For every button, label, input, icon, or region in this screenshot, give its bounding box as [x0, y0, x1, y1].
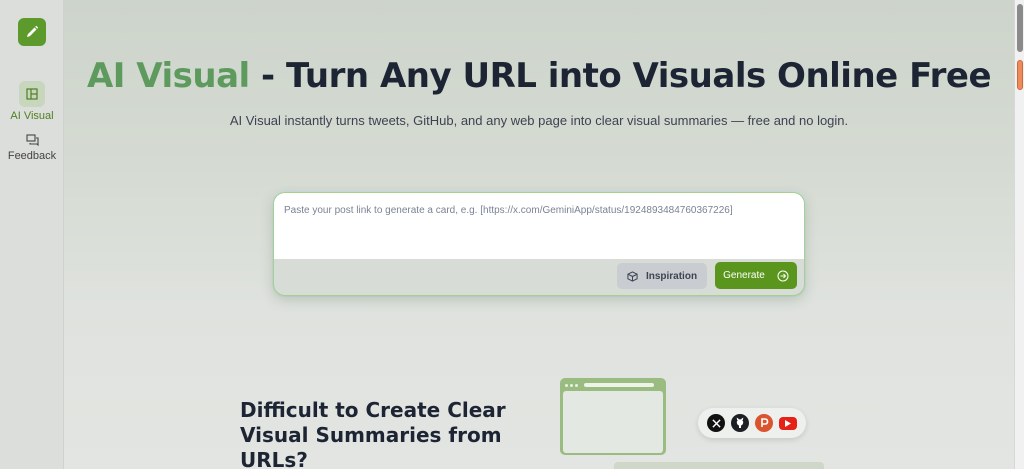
page-title-accent: AI Visual: [86, 56, 250, 96]
main-content: AI Visual - Turn Any URL into Visuals On…: [64, 0, 1014, 469]
url-input[interactable]: [274, 193, 804, 259]
inspiration-button[interactable]: Inspiration: [617, 263, 707, 289]
mockup-toolbar: [563, 381, 663, 389]
mockup-card-edge: [614, 462, 824, 469]
sidebar: AI Visual Feedback: [0, 0, 64, 469]
app-logo[interactable]: [18, 18, 46, 46]
url-input-card: Inspiration Generate: [273, 192, 805, 296]
x-icon: [707, 414, 725, 432]
pencil-icon: [27, 25, 39, 37]
sidebar-item-label: AI Visual: [10, 110, 54, 122]
layout-panel-icon: [19, 81, 45, 107]
browser-mockup-illustration: [560, 378, 666, 455]
github-icon: [731, 414, 749, 432]
feedback-chat-icon: [19, 133, 45, 147]
arrow-circle-right-icon: [777, 270, 789, 281]
generate-button[interactable]: Generate: [715, 262, 797, 289]
page-title: AI Visual - Turn Any URL into Visuals On…: [64, 56, 1014, 96]
section-title: Difficult to Create Clear Visual Summari…: [240, 398, 506, 469]
sidebar-item-ai-visual[interactable]: AI Visual: [0, 81, 64, 122]
scrollbar-thumb[interactable]: [1017, 4, 1023, 52]
scrollbar-marker: [1017, 60, 1023, 90]
inspiration-label: Inspiration: [645, 270, 698, 282]
generate-label: Generate: [723, 270, 765, 281]
producthunt-icon: [755, 414, 773, 432]
page-title-rest: - Turn Any URL into Visuals Online Free: [249, 56, 992, 96]
social-icons-pill: [698, 408, 806, 438]
page-subtitle: AI Visual instantly turns tweets, GitHub…: [229, 113, 849, 128]
sidebar-item-feedback[interactable]: Feedback: [0, 133, 64, 162]
mockup-body: [563, 391, 663, 453]
cube-icon: [627, 270, 638, 282]
youtube-icon: [779, 416, 797, 430]
sidebar-item-label: Feedback: [7, 150, 57, 162]
page-scrollbar[interactable]: [1014, 0, 1024, 469]
